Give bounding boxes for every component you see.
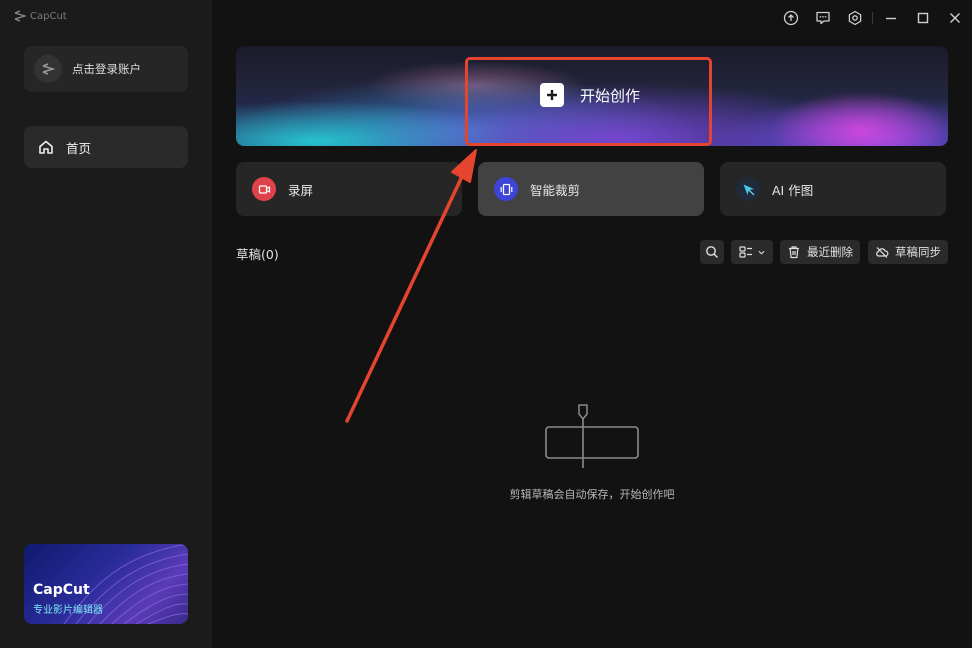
capcut-logo-icon (42, 63, 55, 75)
promo-subtitle: 专业影片编辑器 (33, 605, 103, 616)
empty-drafts-illustration (545, 404, 639, 468)
settings-icon (848, 10, 862, 26)
login-button[interactable]: 点击登录账户 (24, 46, 188, 92)
smart-crop-icon-bg (494, 177, 518, 201)
home-icon (39, 140, 53, 154)
draft-sync-button[interactable]: 草稿同步 (868, 240, 948, 264)
smart-crop-button[interactable]: 智能裁剪 (478, 162, 704, 216)
promo-title: CapCut (33, 582, 90, 598)
screen-record-label: 录屏 (288, 182, 314, 198)
sidebar: CapCut 点击登录账户 首页 CapCut 专业影片编辑器 (0, 0, 212, 648)
search-icon (706, 246, 718, 258)
trash-icon (789, 246, 799, 259)
start-creating-label: 开始创作 (580, 86, 641, 105)
ai-draw-icon-bg (736, 177, 760, 201)
start-creating-banner[interactable]: 开始创作 (236, 46, 948, 146)
recently-deleted-button[interactable]: 最近删除 (780, 240, 860, 264)
upload-icon (783, 10, 799, 26)
sidebar-item-home[interactable]: 首页 (24, 126, 188, 168)
ai-draw-icon (743, 184, 754, 195)
start-creating-button[interactable]: 开始创作 (540, 83, 640, 107)
close-button[interactable] (945, 8, 965, 28)
plus-icon (547, 90, 557, 100)
drafts-title: 草稿(0) (236, 247, 279, 262)
maximize-button[interactable] (913, 8, 933, 28)
avatar (34, 55, 62, 83)
grid-view-icon (738, 246, 752, 258)
promo-banner[interactable]: CapCut 专业影片编辑器 (24, 544, 188, 624)
login-label: 点击登录账户 (72, 62, 141, 76)
screen-record-button[interactable]: 录屏 (236, 162, 462, 216)
feedback-button[interactable] (813, 8, 833, 28)
maximize-icon (917, 12, 929, 24)
view-mode-dropdown[interactable] (731, 240, 773, 264)
feedback-icon (816, 11, 830, 25)
screen-record-icon-bg (252, 177, 276, 201)
cloud-sync-icon (876, 247, 889, 258)
plus-icon-box (540, 83, 564, 107)
draft-sync-label: 草稿同步 (895, 245, 941, 259)
app-logo: CapCut (14, 10, 67, 22)
capcut-logo-icon (14, 10, 26, 22)
upload-button[interactable] (781, 8, 801, 28)
chevron-down-icon (758, 250, 764, 255)
recently-deleted-label: 最近删除 (807, 245, 853, 259)
empty-drafts-message: 剪辑草稿会自动保存，开始创作吧 (509, 488, 675, 501)
app-logo-text: CapCut (30, 10, 67, 22)
screen-record-icon (258, 184, 270, 194)
smart-crop-label: 智能裁剪 (530, 182, 581, 198)
minimize-button[interactable] (881, 8, 901, 28)
search-button[interactable] (700, 240, 724, 264)
ai-draw-label: AI 作图 (772, 182, 814, 198)
close-icon (950, 13, 960, 23)
minimize-icon (886, 17, 896, 20)
sidebar-item-label: 首页 (66, 140, 92, 156)
titlebar-divider (872, 12, 873, 24)
ai-draw-button[interactable]: AI 作图 (720, 162, 946, 216)
settings-button[interactable] (845, 8, 865, 28)
smart-crop-icon (500, 183, 512, 195)
